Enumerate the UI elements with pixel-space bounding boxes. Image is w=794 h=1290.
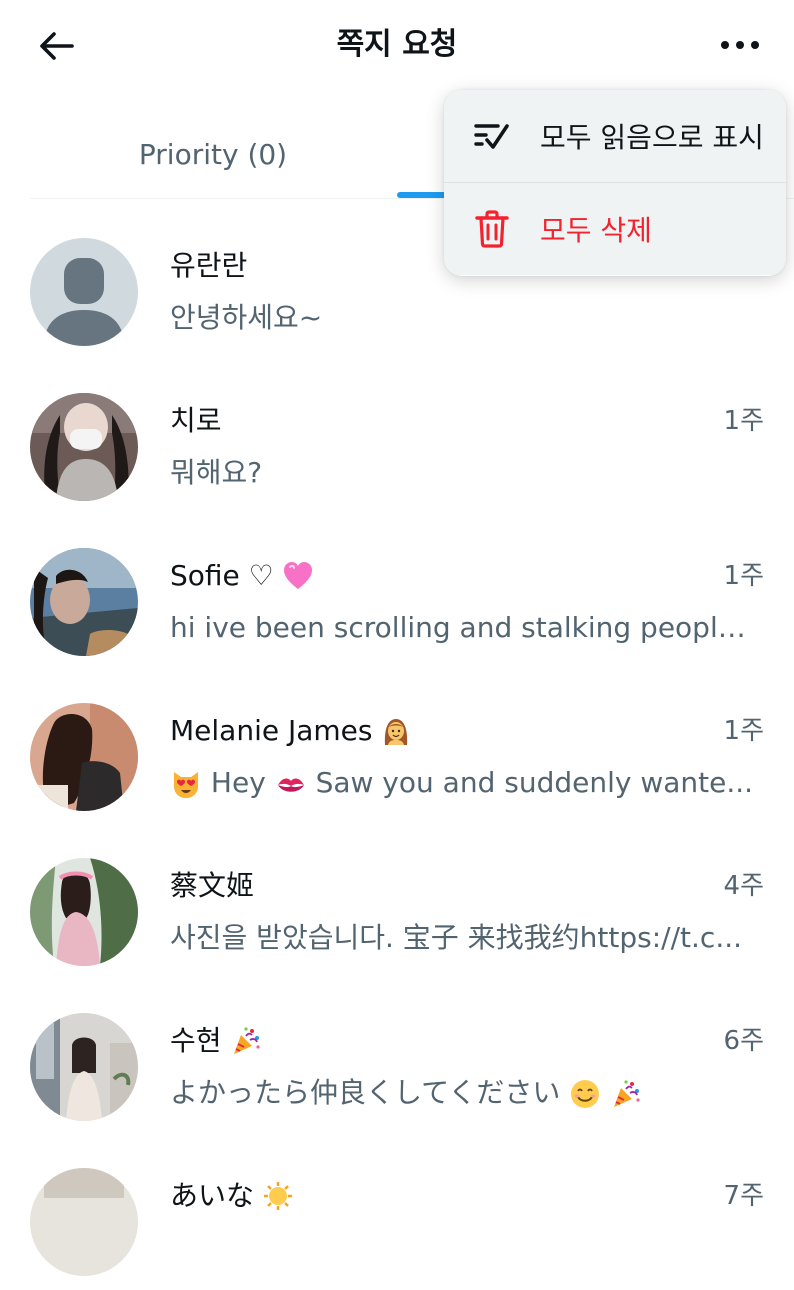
sender-name: Melanie James	[170, 713, 412, 749]
timestamp: 1주	[723, 561, 764, 591]
list-item[interactable]: あいな 7주	[0, 1140, 794, 1290]
avatar	[30, 1013, 138, 1121]
message-preview: Hey Saw you and suddenly wante...	[170, 765, 760, 801]
timestamp: 7주	[723, 1181, 764, 1211]
top-bar: 쪽지 요청	[0, 0, 794, 92]
delete-all-label: 모두 삭제	[540, 214, 652, 247]
smiling-face-icon	[571, 1080, 600, 1108]
timestamp: 1주	[723, 406, 764, 436]
avatar	[30, 548, 138, 656]
timestamp: 4주	[723, 871, 764, 901]
trash-icon	[475, 210, 509, 248]
heart-eyes-cat-icon	[174, 772, 198, 798]
mark-all-read-label: 모두 읽음으로 표시	[540, 121, 764, 154]
tab-priority[interactable]: Priority (0)	[30, 110, 396, 198]
profile-photo	[30, 858, 138, 966]
profile-photo	[30, 1168, 138, 1276]
avatar	[30, 238, 138, 346]
sender-name: Sofie ♡	[170, 558, 314, 594]
message-preview: よかったら仲良くしてください	[170, 1075, 760, 1111]
profile-photo	[30, 703, 138, 811]
timestamp: 1주	[723, 716, 764, 746]
list-item[interactable]: Melanie James 1주 Hey Saw you and suddenl…	[0, 675, 794, 825]
message-preview: hi ive been scrolling and stalking peopl…	[170, 611, 760, 644]
list-item[interactable]: 蔡文姬 4주 사진을 받았습니다. 宝子 来找我约https://t.c...	[0, 830, 794, 980]
sender-name: 유란란	[170, 249, 248, 282]
party-popper-icon	[233, 1027, 260, 1054]
woman-emoji-icon	[385, 719, 408, 745]
pink-heart-icon	[283, 562, 312, 589]
timestamp: 6주	[723, 1026, 764, 1056]
delete-all-menu-item[interactable]: 모두 삭제	[444, 183, 786, 275]
mark-all-read-menu-item[interactable]: 모두 읽음으로 표시	[444, 90, 786, 183]
more-options-button[interactable]	[712, 22, 768, 68]
list-item[interactable]: 치로 1주 뭐해요?	[0, 365, 794, 515]
message-preview: 사진을 받았습니다. 宝子 来找我约https://t.c...	[170, 921, 743, 954]
message-preview: 뭐해요?	[170, 456, 263, 489]
sender-name: あいな	[170, 1178, 294, 1214]
avatar	[30, 703, 138, 811]
more-horizontal-icon	[721, 41, 759, 49]
avatar	[30, 1168, 138, 1276]
profile-photo	[30, 1013, 138, 1121]
list-item[interactable]: 수현 6주 よかったら仲良くしてください	[0, 985, 794, 1135]
check-list-icon	[474, 124, 509, 149]
party-popper-icon	[614, 1080, 640, 1107]
sun-face-icon	[264, 1182, 293, 1210]
profile-photo	[30, 548, 138, 656]
message-preview: 안녕하세요~	[170, 301, 323, 334]
sender-name: 치로	[170, 404, 222, 437]
sender-name: 수현	[170, 1023, 262, 1059]
default-avatar-icon	[30, 238, 138, 346]
page-title: 쪽지 요청	[336, 27, 458, 62]
list-item[interactable]: Sofie ♡ 1주 hi ive been scrolling and sta…	[0, 520, 794, 670]
avatar	[30, 858, 138, 966]
profile-photo	[30, 393, 138, 501]
avatar	[30, 393, 138, 501]
options-menu: 모두 읽음으로 표시 모두 삭제	[444, 90, 786, 276]
sender-name: 蔡文姬	[170, 869, 255, 902]
kiss-mark-icon	[277, 778, 304, 792]
